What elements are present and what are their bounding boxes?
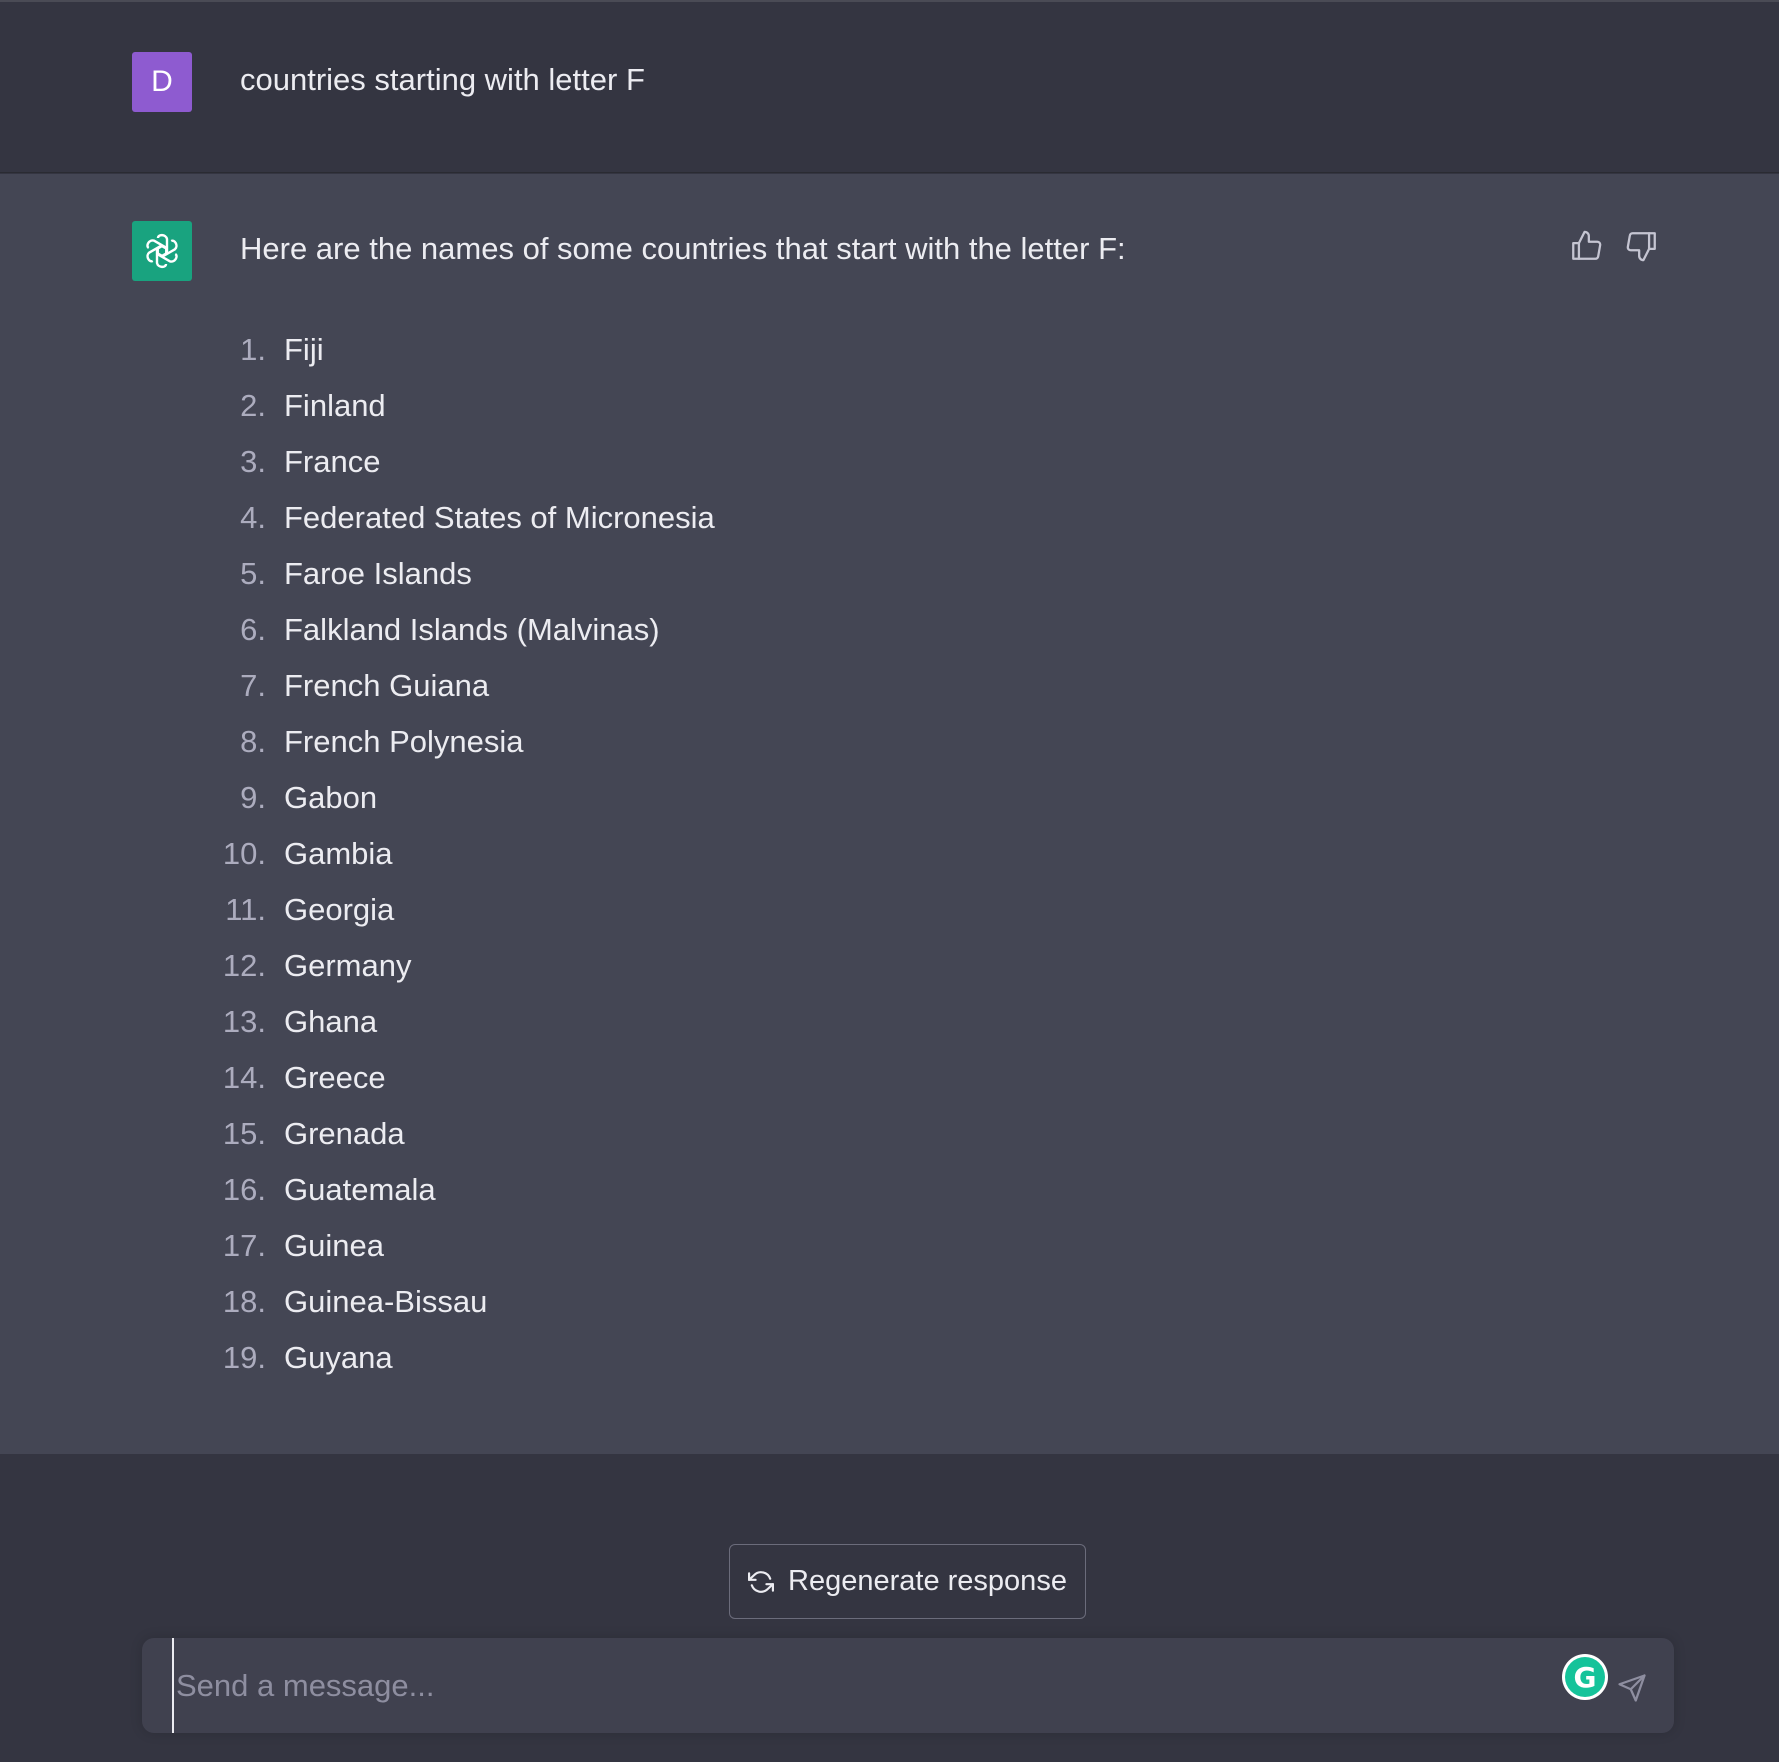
list-item: 16. Guatemala xyxy=(200,1162,715,1218)
list-item-number: 10. xyxy=(222,836,266,871)
list-item: 18. Guinea-Bissau xyxy=(200,1274,715,1330)
list-item: 17. Guinea xyxy=(200,1218,715,1274)
user-message-row: D countries starting with letter F xyxy=(0,0,1779,173)
list-item-country: Faroe Islands xyxy=(284,556,472,591)
list-item-country: Guinea-Bissau xyxy=(284,1284,488,1319)
assistant-message-row: Here are the names of some countries tha… xyxy=(0,174,1779,1454)
list-item-number: 19. xyxy=(222,1340,266,1375)
list-item-country: Georgia xyxy=(284,892,395,927)
list-item-country: Federated States of Micronesia xyxy=(284,500,715,535)
list-item: 3. France xyxy=(200,434,715,490)
message-input[interactable] xyxy=(172,1638,1572,1733)
list-item-number: 9. xyxy=(240,780,266,815)
list-item-number: 18. xyxy=(222,1284,266,1319)
message-composer: G xyxy=(142,1638,1674,1733)
assistant-intro-text: Here are the names of some countries tha… xyxy=(240,231,1126,266)
send-icon xyxy=(1618,1674,1646,1702)
list-item-country: Ghana xyxy=(284,1004,378,1039)
list-item-country: French Guiana xyxy=(284,668,490,703)
list-item-country: Falkland Islands (Malvinas) xyxy=(284,612,660,647)
list-item-country: Gabon xyxy=(284,780,378,815)
list-item-number: 6. xyxy=(240,612,266,647)
list-item-number: 15. xyxy=(222,1116,266,1151)
list-item-country: French Polynesia xyxy=(284,724,524,759)
list-item: 7. French Guiana xyxy=(200,658,715,714)
thumbs-up-icon xyxy=(1572,230,1602,260)
user-avatar: D xyxy=(132,52,192,112)
user-avatar-letter: D xyxy=(151,65,173,98)
list-item-country: France xyxy=(284,444,381,479)
list-item-number: 4. xyxy=(240,500,266,535)
list-item: 1. Fiji xyxy=(200,322,715,378)
list-item-country: Guyana xyxy=(284,1340,393,1375)
send-button[interactable] xyxy=(1612,1668,1652,1708)
list-item-number: 3. xyxy=(240,444,266,479)
list-item-number: 13. xyxy=(222,1004,266,1039)
list-item: 19. Guyana xyxy=(200,1330,715,1386)
list-item-country: Germany xyxy=(284,948,412,983)
country-list: 1. Fiji 2. Finland 3. France 4. Federated State… xyxy=(200,322,715,1386)
regenerate-response-label: Regenerate response xyxy=(788,1565,1067,1597)
list-item-country: Fiji xyxy=(284,332,324,367)
thumbs-down-icon xyxy=(1626,232,1656,262)
list-item-number: 17. xyxy=(222,1228,266,1263)
list-item: 9. Gabon xyxy=(200,770,715,826)
list-item-number: 11. xyxy=(225,892,266,927)
list-item-number: 5. xyxy=(240,556,266,591)
list-item-number: 14. xyxy=(222,1060,266,1095)
list-item: 5. Faroe Islands xyxy=(200,546,715,602)
list-item: 12. Germany xyxy=(200,938,715,994)
list-item: 4. Federated States of Micronesia xyxy=(200,490,715,546)
list-item: 2. Finland xyxy=(200,378,715,434)
list-item: 10. Gambia xyxy=(200,826,715,882)
list-item: 8. French Polynesia xyxy=(200,714,715,770)
user-message-text: countries starting with letter F xyxy=(240,62,645,97)
grammarly-badge: G xyxy=(1565,1657,1605,1697)
list-item-number: 2. xyxy=(240,388,266,423)
list-item-number: 8. xyxy=(240,724,266,759)
list-item-country: Guinea xyxy=(284,1228,384,1263)
list-item: 6. Falkland Islands (Malvinas) xyxy=(200,602,715,658)
grammarly-icon[interactable]: G xyxy=(1562,1654,1608,1700)
list-item-country: Greece xyxy=(284,1060,386,1095)
list-item-country: Guatemala xyxy=(284,1172,436,1207)
list-item: 14. Greece xyxy=(200,1050,715,1106)
list-item: 11. Georgia xyxy=(200,882,715,938)
thumbs-up-button[interactable] xyxy=(1566,226,1606,266)
list-item-number: 1. xyxy=(240,332,266,367)
thumbs-down-button[interactable] xyxy=(1622,226,1662,266)
openai-logo-icon xyxy=(132,221,192,281)
refresh-icon xyxy=(748,1570,775,1593)
list-item-number: 12. xyxy=(222,948,266,983)
list-item-number: 7. xyxy=(240,668,266,703)
regenerate-response-button[interactable]: Regenerate response xyxy=(729,1544,1086,1619)
list-item: 13. Ghana xyxy=(200,994,715,1050)
list-item-country: Gambia xyxy=(284,836,393,871)
list-item: 15. Grenada xyxy=(200,1106,715,1162)
list-item-country: Grenada xyxy=(284,1116,405,1151)
list-item-number: 16. xyxy=(222,1172,266,1207)
list-item-country: Finland xyxy=(284,388,386,423)
